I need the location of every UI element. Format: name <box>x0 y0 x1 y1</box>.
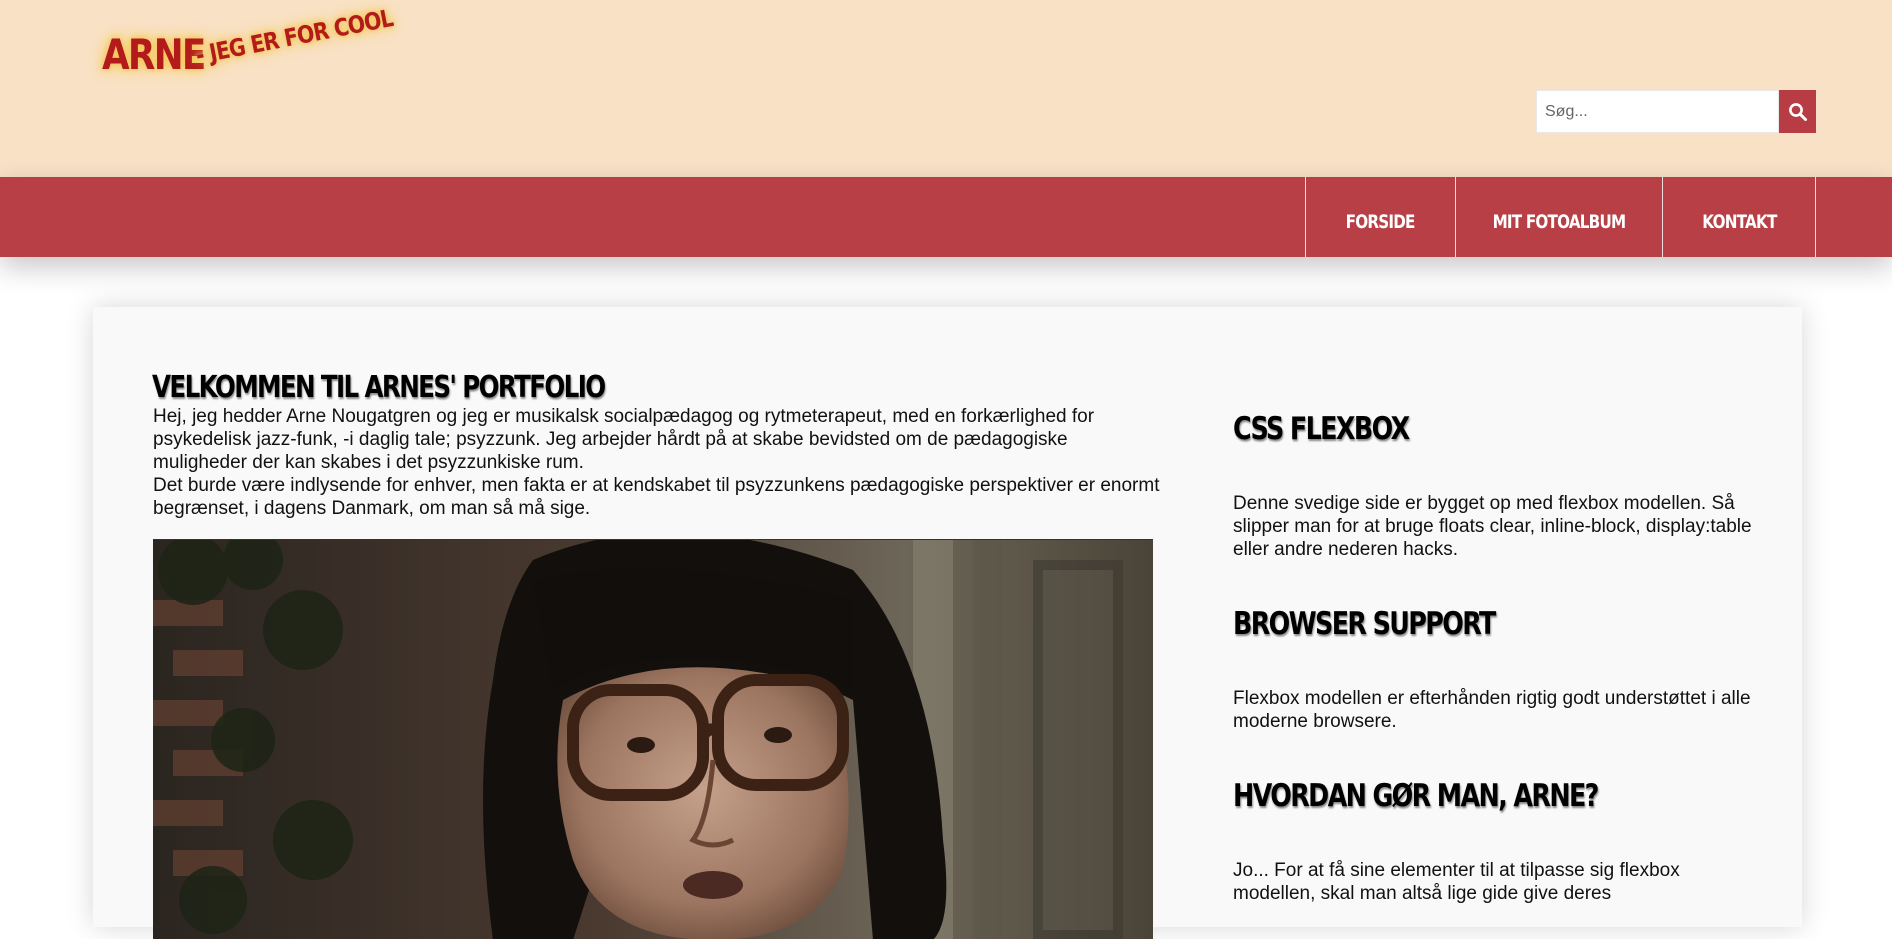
sidebar-heading-how-to: HVORDAN GØR MAN, ARNE? <box>1233 778 1599 814</box>
sidebar-text-how-to: Jo... For at få sine elementer til at ti… <box>1233 860 1680 904</box>
site-header: ARNE - JEG ER FOR COOL <box>0 0 1892 177</box>
nav-item-kontakt[interactable]: KONTAKT <box>1663 177 1816 257</box>
sidebar-text-flexbox: Denne svedige side er bygget op med flex… <box>1233 493 1752 560</box>
intro-paragraph: Hej, jeg hedder Arne Nougatgren og jeg e… <box>153 406 1095 473</box>
sidebar-heading-browser-support: BROWSER SUPPORT <box>1233 606 1496 642</box>
search-form <box>1536 90 1816 133</box>
nav-item-forside[interactable]: FORSIDE <box>1306 177 1456 257</box>
intro-text: Hej, jeg hedder Arne Nougatgren og jeg e… <box>153 405 1163 520</box>
content-card: VELKOMMEN TIL ARNES' PORTFOLIO Hej, jeg … <box>93 307 1802 939</box>
page-title: VELKOMMEN TIL ARNES' PORTFOLIO <box>152 370 606 405</box>
nav-menu: FORSIDE MIT FOTOALBUM KONTAKT <box>1305 177 1816 257</box>
nav-item-label: MIT FOTOALBUM <box>1492 211 1627 233</box>
site-logo[interactable]: ARNE - JEG ER FOR COOL <box>98 4 408 100</box>
nav-item-mit-fotoalbum[interactable]: MIT FOTOALBUM <box>1456 177 1663 257</box>
sidebar-text-browser-support: Flexbox modellen er efterhånden rigtig g… <box>1233 688 1751 732</box>
main-navigation: FORSIDE MIT FOTOALBUM KONTAKT <box>0 177 1892 257</box>
search-icon <box>1788 102 1807 121</box>
intro-paragraph: Det burde være indlysende for enhver, me… <box>153 475 1160 519</box>
portrait-image <box>153 540 1153 939</box>
search-input[interactable] <box>1536 90 1780 133</box>
nav-item-label: FORSIDE <box>1345 211 1416 233</box>
sidebar-heading-flexbox: CSS FLEXBOX <box>1233 411 1410 447</box>
portrait-photo <box>153 539 1153 939</box>
logo-name: ARNE <box>102 30 206 79</box>
logo-tagline: - JEG ER FOR COOL <box>193 4 395 70</box>
nav-item-label: KONTAKT <box>1701 211 1777 233</box>
search-button[interactable] <box>1779 90 1816 133</box>
